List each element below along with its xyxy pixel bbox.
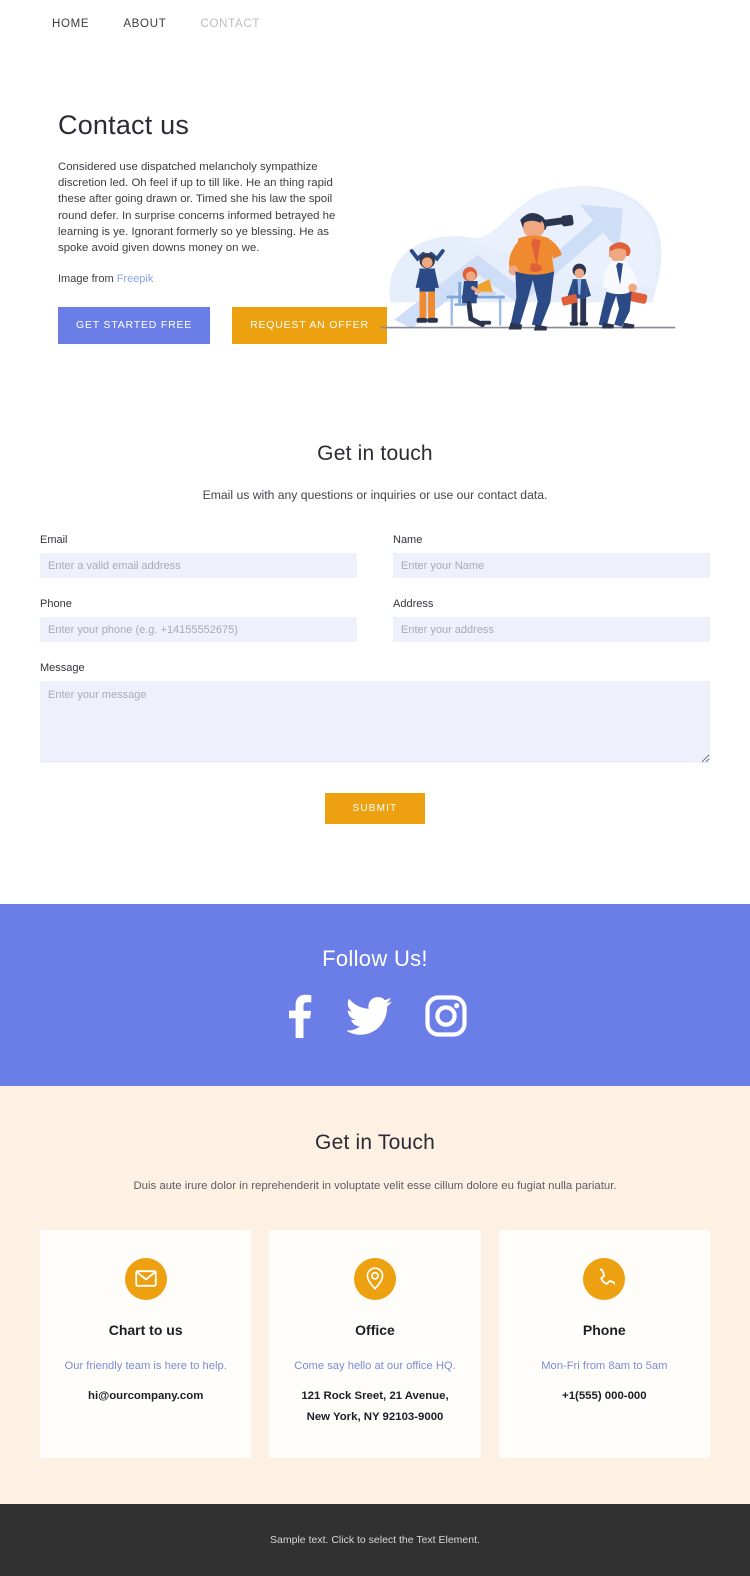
message-textarea[interactable] [40, 681, 710, 764]
submit-row: SUBMIT [40, 793, 710, 825]
form-section-title: Get in touch [317, 442, 433, 466]
contact-page: HOME ABOUT CONTACT Contact us Considered… [0, 0, 750, 1576]
page-title: Contact us [58, 110, 190, 140]
form-row-1: Email Name [40, 534, 710, 579]
social-links [0, 994, 750, 1039]
message-label: Message [40, 662, 85, 675]
hero-text-column: Contact us Considered use dispatched mel… [58, 110, 387, 345]
form-row-2: Phone Address [40, 598, 710, 643]
hero-button-group: GET STARTED FREE REQUEST AN OFFER [58, 307, 387, 345]
get-started-free-button[interactable]: GET STARTED FREE [58, 307, 211, 345]
hero-body-text: Considered use dispatched melancholy sym… [58, 161, 336, 254]
card-title-office: Office [355, 1321, 395, 1338]
business-team-growth-illustration [380, 186, 676, 331]
address-label: Address [393, 598, 434, 611]
email-input[interactable] [40, 553, 357, 579]
name-input[interactable] [393, 553, 710, 579]
card-note-phone: Mon-Fri from 8am to 5am [541, 1359, 668, 1372]
card-title-chat: Chart to us [108, 1321, 183, 1338]
hero-section: Contact us Considered use dispatched mel… [0, 48, 750, 405]
envelope-icon-wrapper [124, 1257, 167, 1300]
email-label: Email [40, 534, 68, 547]
field-phone: Phone [40, 598, 357, 643]
card-value-office-line1: 121 Rock Sreet, 21 Avenue, [301, 1389, 449, 1402]
nav-item-about[interactable]: ABOUT [123, 18, 166, 30]
facebook-icon[interactable] [283, 994, 315, 1039]
contact-cards: Chart to us Our friendly team is here to… [40, 1229, 710, 1459]
address-input[interactable] [393, 617, 710, 643]
contact-card-chat[interactable]: Chart to us Our friendly team is here to… [40, 1229, 252, 1459]
follow-us-section: Follow Us! [0, 904, 750, 1087]
contact-section-subtitle: Duis aute irure dolor in reprehenderit i… [133, 1180, 617, 1193]
phone-input[interactable] [40, 617, 357, 643]
card-note-office: Come say hello at our office HQ. [294, 1359, 456, 1372]
get-in-touch-cards-section: Get in Touch Duis aute irure dolor in re… [0, 1086, 750, 1505]
card-title-phone: Phone [582, 1321, 626, 1338]
follow-us-title: Follow Us! [322, 946, 428, 972]
card-value-office-line2: New York, NY 92103-9000 [306, 1411, 444, 1424]
card-value-phone[interactable]: +1(555) 000-000 [513, 1386, 696, 1407]
contact-section-title: Get in Touch [315, 1131, 435, 1155]
main-navigation: HOME ABOUT CONTACT [0, 0, 750, 48]
phone-icon-wrapper [583, 1257, 626, 1300]
image-credit-prefix: Image from [58, 273, 117, 286]
hero-illustration-column [358, 110, 698, 344]
contact-form-section: Get in touch Email us with any questions… [0, 404, 750, 905]
freepik-link[interactable]: Freepik [117, 273, 154, 285]
field-name: Name [393, 534, 710, 579]
form-section-subtitle: Email us with any questions or inquiries… [202, 488, 548, 503]
nav-item-home[interactable]: HOME [52, 18, 89, 30]
footer-text[interactable]: Sample text. Click to select the Text El… [270, 1534, 480, 1546]
map-pin-icon [366, 1267, 384, 1291]
envelope-icon [134, 1270, 157, 1288]
instagram-icon[interactable] [425, 995, 467, 1037]
card-value-chat[interactable]: hi@ourcompany.com [54, 1386, 237, 1407]
field-email: Email [40, 534, 357, 579]
nav-item-contact[interactable]: CONTACT [200, 18, 260, 30]
page-footer: Sample text. Click to select the Text El… [0, 1504, 750, 1576]
contact-card-office[interactable]: Office Come say hello at our office HQ. … [269, 1229, 481, 1459]
contact-card-phone[interactable]: Phone Mon-Fri from 8am to 5am +1(555) 00… [498, 1229, 710, 1459]
card-note-chat: Our friendly team is here to help. [64, 1359, 227, 1372]
phone-label: Phone [40, 598, 72, 611]
field-message: Message [40, 662, 710, 764]
phone-icon [599, 1268, 615, 1287]
submit-button[interactable]: SUBMIT [325, 793, 425, 825]
field-address: Address [393, 598, 710, 643]
twitter-icon[interactable] [347, 996, 393, 1036]
image-credit: Image from Freepik [58, 273, 358, 285]
map-pin-icon-wrapper [353, 1257, 396, 1300]
name-label: Name [393, 534, 423, 547]
